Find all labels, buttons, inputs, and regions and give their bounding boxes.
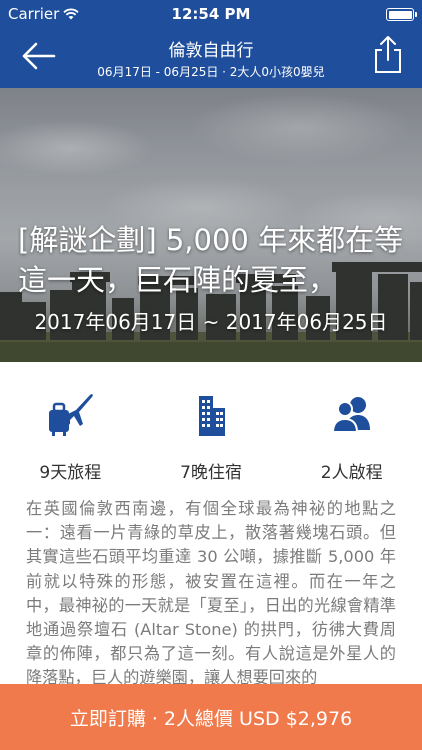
stat-travelers: 2人啟程 — [281, 362, 422, 488]
stat-nights-label: 7晚住宿 — [180, 463, 242, 483]
share-icon[interactable] — [372, 34, 404, 74]
battery-icon — [386, 8, 417, 21]
top-bar: Carrier 12:54 PM 倫敦自由行 06月17日 - 06月25日 ·… — [0, 0, 422, 88]
status-bar: Carrier 12:54 PM — [0, 0, 422, 28]
trip-description: 在英國倫敦西南邊，有個全球最為神祕的地點之一：遠看一片青綠的草皮上，散落著幾塊石… — [26, 499, 396, 688]
buy-now-label: 立即訂購 · 2人總價 USD $2,976 — [69, 707, 353, 730]
page-title: 倫敦自由行 — [168, 41, 254, 61]
stat-days: 9天旅程 — [0, 362, 141, 488]
stat-travelers-label: 2人啟程 — [320, 463, 383, 483]
buy-now-button[interactable]: 立即訂購 · 2人總價 USD $2,976 — [0, 684, 422, 750]
hero-headline: [解謎企劃] 5,000 年來都在等這一天，巨石陣的夏至， — [18, 220, 412, 300]
stat-days-label: 9天旅程 — [39, 463, 102, 483]
hero-date-range: 2017年06月17日 ~ 2017年06月25日 — [34, 310, 388, 334]
building-icon — [199, 396, 225, 436]
stat-nights: 7晚住宿 — [141, 362, 282, 488]
trip-stats: 9天旅程 7晚住宿 2人啟程 — [0, 362, 422, 488]
nav-bar: 倫敦自由行 06月17日 - 06月25日 · 2大人0小孩0嬰兒 — [0, 28, 422, 88]
hero-headline-text: [解謎企劃] 5,000 年來都在等這一天，巨石陣的夏至， — [18, 223, 404, 297]
luggage-plane-icon — [49, 394, 94, 436]
people-icon — [331, 397, 370, 433]
status-time: 12:54 PM — [171, 5, 251, 23]
hero-banner: [解謎企劃] 5,000 年來都在等這一天，巨石陣的夏至， 2017年06月17… — [0, 88, 422, 362]
trip-summary: 06月17日 - 06月25日 · 2大人0小孩0嬰兒 — [97, 65, 325, 79]
